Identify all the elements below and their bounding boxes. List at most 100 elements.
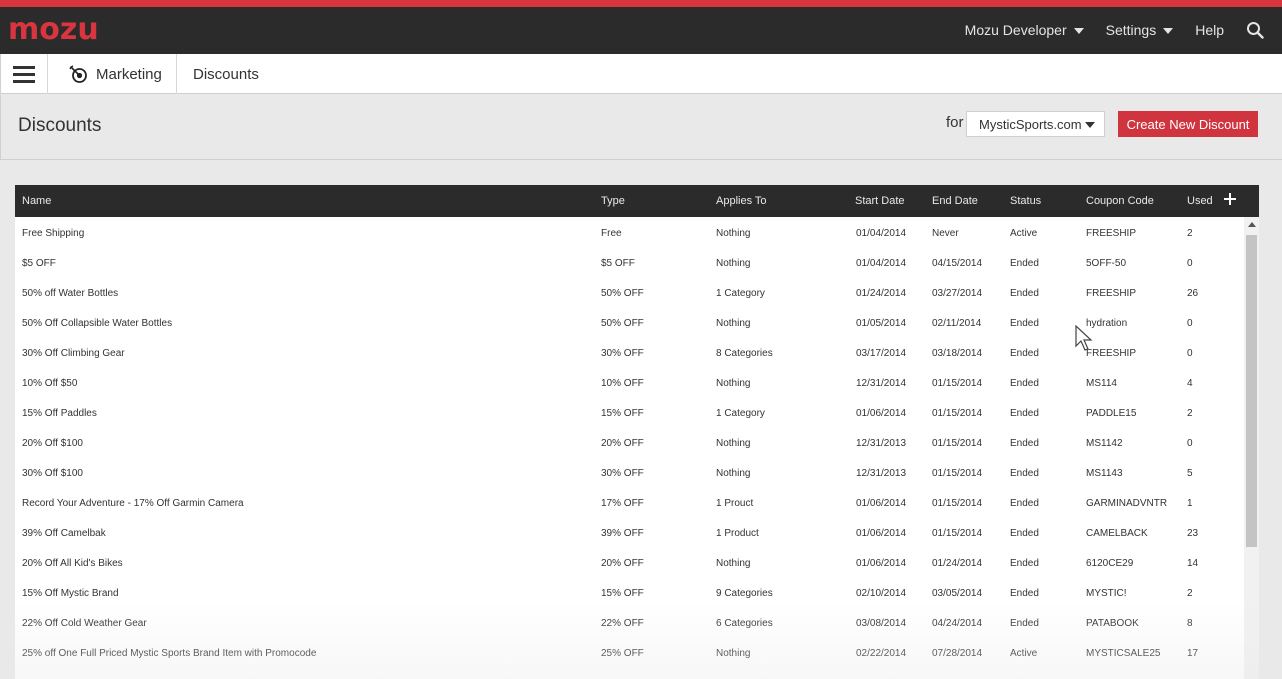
cell-applies-to: Nothing bbox=[716, 468, 751, 479]
table-row[interactable]: 30% Off $100 30% OFF Nothing 12/31/2013 01/1… bbox=[15, 457, 1244, 487]
cell-end-date: 01/15/2014 bbox=[932, 408, 983, 419]
cell-type: 25% OFF bbox=[601, 648, 644, 659]
column-header-type[interactable]: Type bbox=[601, 195, 625, 207]
cell-coupon-code: CAMELBACK bbox=[1086, 528, 1148, 539]
site-select[interactable]: MysticSports.com bbox=[966, 111, 1105, 137]
table-row[interactable]: 50% off Water Bottles 50% OFF 1 Category 01… bbox=[15, 277, 1244, 307]
column-header-start-date[interactable]: Start Date bbox=[855, 195, 905, 207]
cell-end-date: 01/24/2014 bbox=[932, 558, 983, 569]
breadcrumb-marketing-label: Marketing bbox=[96, 65, 162, 83]
table-row[interactable]: 25% off One Full Priced Mystic Sports Br… bbox=[15, 637, 1244, 667]
cell-name: 50% off Water Bottles bbox=[22, 288, 119, 299]
cell-end-date: 01/15/2014 bbox=[932, 468, 983, 479]
cell-coupon-code: MS1142 bbox=[1086, 438, 1123, 449]
cell-used: 0 bbox=[1187, 258, 1193, 269]
cell-coupon-code: GARMINADVNTR bbox=[1086, 498, 1168, 509]
cell-used: 5 bbox=[1187, 468, 1193, 479]
account-menu[interactable]: Mozu Developer bbox=[965, 22, 1084, 38]
cell-name: 25% off One Full Priced Mystic Sports Br… bbox=[22, 648, 317, 659]
add-column-icon[interactable] bbox=[1223, 192, 1237, 206]
cell-name: Record Your Adventure - 17% Off Garmin C… bbox=[22, 498, 244, 509]
cell-type: 20% OFF bbox=[601, 558, 644, 569]
cell-status: Ended bbox=[1010, 378, 1039, 389]
help-link[interactable]: Help bbox=[1195, 22, 1224, 38]
account-menu-label: Mozu Developer bbox=[964, 22, 1067, 38]
cell-used: 0 bbox=[1187, 318, 1193, 329]
column-header-coupon-code[interactable]: Coupon Code bbox=[1086, 195, 1154, 207]
cell-coupon-code: FREESHIP bbox=[1086, 348, 1137, 359]
cell-coupon-code: MS1143 bbox=[1086, 468, 1123, 479]
cell-type: 15% OFF bbox=[601, 588, 644, 599]
table-row[interactable]: 15% Off Mystic Brand 15% OFF 9 Categories 0… bbox=[15, 577, 1244, 607]
cell-applies-to: 1 Product bbox=[716, 528, 759, 539]
chevron-down-icon bbox=[1163, 28, 1174, 34]
cell-applies-to: Nothing bbox=[716, 318, 751, 329]
table-row[interactable]: Free Shipping Free Nothing 01/04/2014 Never A… bbox=[15, 217, 1244, 247]
scrollbar-thumb[interactable] bbox=[1246, 235, 1257, 547]
cell-used: 14 bbox=[1187, 558, 1199, 569]
cell-used: 23 bbox=[1187, 528, 1199, 539]
cell-start-date: 01/04/2014 bbox=[856, 258, 907, 269]
column-header-used[interactable]: Used bbox=[1187, 195, 1213, 207]
table-row[interactable]: 10% Off $50 10% OFF Nothing 12/31/2014 01/15… bbox=[15, 367, 1244, 397]
scroll-up-arrow-icon[interactable] bbox=[1248, 222, 1256, 227]
cell-start-date: 01/06/2014 bbox=[856, 498, 907, 509]
table-row[interactable]: $5 OFF $5 OFF Nothing 01/04/2014 04/15/2014 E… bbox=[15, 247, 1244, 277]
breadcrumb-discounts: Discounts bbox=[193, 65, 259, 83]
cell-type: 39% OFF bbox=[601, 528, 644, 539]
cell-status: Ended bbox=[1010, 318, 1039, 329]
cell-end-date: 03/18/2014 bbox=[932, 348, 983, 359]
help-link-label: Help bbox=[1195, 22, 1224, 38]
chevron-down-icon bbox=[1073, 28, 1084, 34]
cell-used: 8 bbox=[1187, 618, 1193, 629]
table-row[interactable]: 15% Off Paddles 15% OFF 1 Category 01/06/20… bbox=[15, 397, 1244, 427]
column-header-applies-to[interactable]: Applies To bbox=[716, 195, 767, 207]
cell-type: 22% OFF bbox=[601, 618, 644, 629]
cell-type: 15% OFF bbox=[601, 408, 644, 419]
cell-applies-to: 8 Categories bbox=[716, 348, 773, 359]
settings-menu-label: Settings bbox=[1105, 22, 1157, 38]
search-icon[interactable] bbox=[1246, 21, 1264, 39]
cell-end-date: 01/15/2014 bbox=[932, 438, 983, 449]
cell-name: 39% Off Camelbak bbox=[22, 528, 106, 539]
chevron-down-icon bbox=[1085, 122, 1095, 128]
cell-end-date: 07/28/2014 bbox=[932, 648, 983, 659]
cell-name: 15% Off Mystic Brand bbox=[22, 588, 119, 599]
cell-name: Free Shipping bbox=[22, 228, 85, 239]
table-row[interactable]: 50% Off Collapsible Water Bottles 50% OFF… bbox=[15, 307, 1244, 337]
create-new-discount-button[interactable]: Create New Discount bbox=[1118, 111, 1258, 137]
settings-menu[interactable]: Settings bbox=[1106, 22, 1174, 38]
top-navigation: mozu Mozu Developer Settings Help bbox=[0, 7, 1282, 54]
cell-type: 50% OFF bbox=[601, 318, 644, 329]
breadcrumb-marketing[interactable]: Marketing bbox=[49, 54, 177, 94]
table-row[interactable]: Record Your Adventure - 17% Off Garmin C… bbox=[15, 487, 1244, 517]
cell-start-date: 02/22/2014 bbox=[856, 648, 907, 659]
cell-start-date: 03/17/2014 bbox=[856, 348, 907, 359]
mouse-cursor-icon bbox=[1075, 325, 1093, 351]
cell-coupon-code: MYSTIC! bbox=[1086, 588, 1127, 599]
column-header-status[interactable]: Status bbox=[1010, 195, 1041, 207]
table-scrollbar[interactable] bbox=[1244, 217, 1259, 679]
cell-end-date: 04/24/2014 bbox=[932, 618, 983, 629]
cell-start-date: 01/04/2014 bbox=[856, 228, 907, 239]
cell-start-date: 01/06/2014 bbox=[856, 558, 907, 569]
cell-applies-to: Nothing bbox=[716, 648, 751, 659]
mozu-logo[interactable]: mozu bbox=[8, 15, 99, 45]
cell-end-date: 03/27/2014 bbox=[932, 288, 983, 299]
column-header-name[interactable]: Name bbox=[22, 195, 51, 207]
table-row[interactable]: 39% Off Camelbak 39% OFF 1 Product 01/06/20… bbox=[15, 517, 1244, 547]
cell-status: Ended bbox=[1010, 408, 1039, 419]
cell-applies-to: 6 Categories bbox=[716, 618, 773, 629]
page-header: Discounts for MysticSports.com Create Ne… bbox=[0, 95, 1282, 160]
table-row[interactable]: 22% Off Cold Weather Gear 22% OFF 6 Catego… bbox=[15, 607, 1244, 637]
hamburger-menu-button[interactable] bbox=[1, 54, 48, 94]
column-header-end-date[interactable]: End Date bbox=[932, 195, 978, 207]
table-row[interactable]: 20% Off All Kid's Bikes 20% OFF Nothing 01/… bbox=[15, 547, 1244, 577]
table-row[interactable]: 20% Off $100 20% OFF Nothing 12/31/2013 01/1… bbox=[15, 427, 1244, 457]
cell-applies-to: 1 Category bbox=[716, 288, 765, 299]
cell-used: 2 bbox=[1187, 588, 1193, 599]
cell-coupon-code: FREESHIP bbox=[1086, 288, 1137, 299]
table-row[interactable]: 30% Off Climbing Gear 30% OFF 8 Categories… bbox=[15, 337, 1244, 367]
table-header: Name Type Applies To Start Date End Date… bbox=[15, 185, 1259, 217]
hamburger-icon bbox=[13, 65, 35, 69]
